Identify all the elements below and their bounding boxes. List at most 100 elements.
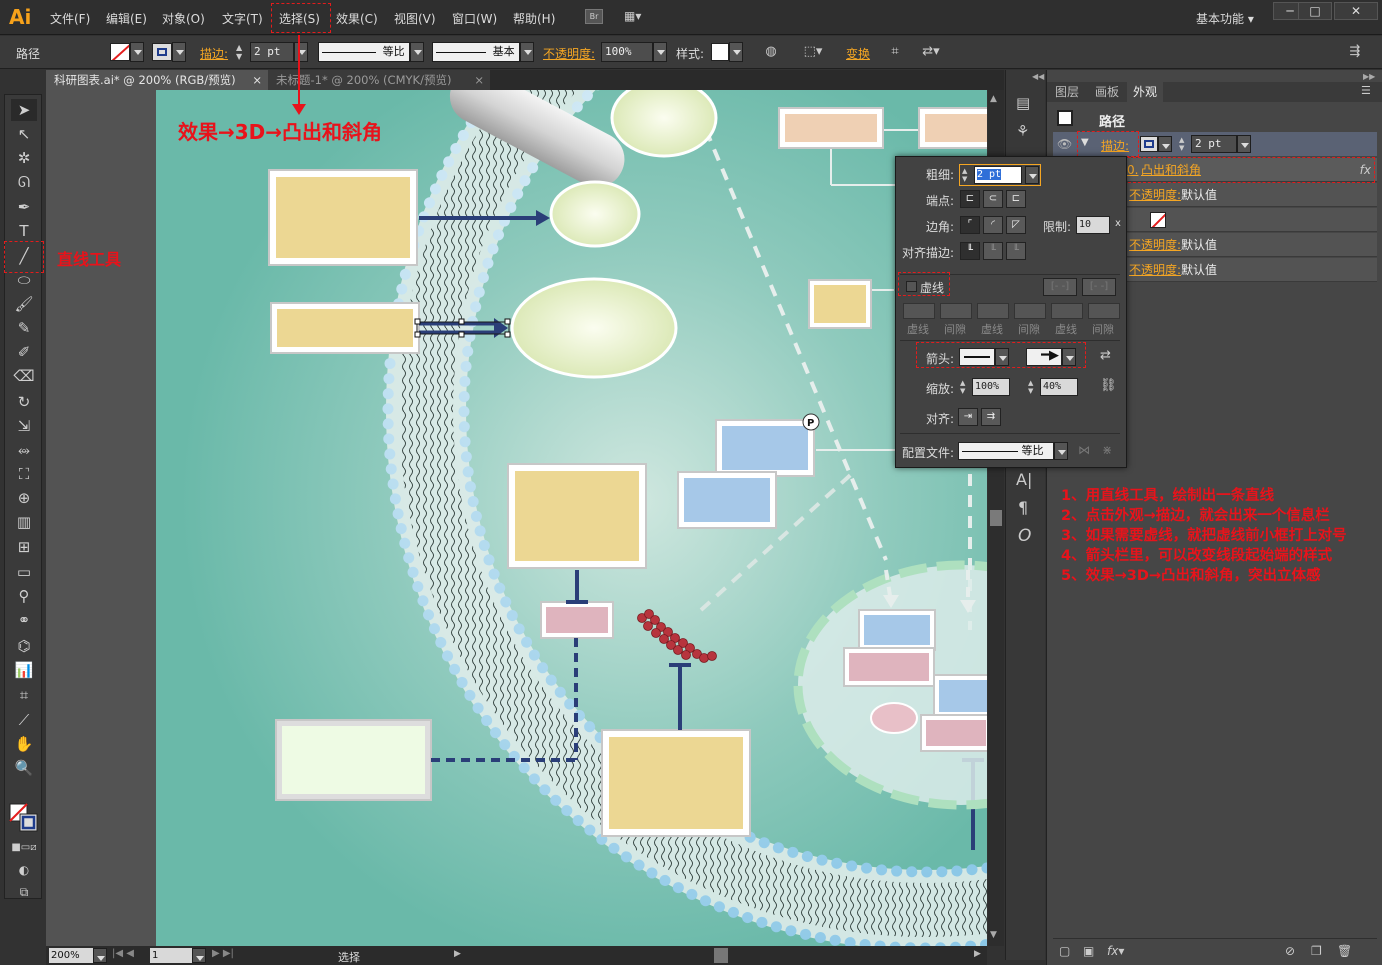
- gradient-tool-icon[interactable]: ▭: [11, 561, 37, 583]
- workspace-switcher[interactable]: 基本功能 ▾: [1196, 10, 1254, 27]
- character-panel-icon[interactable]: A|: [1016, 470, 1032, 489]
- brush-dropdown[interactable]: [520, 42, 534, 62]
- gap-field-2[interactable]: [1014, 303, 1046, 319]
- tab-layers[interactable]: 图层: [1049, 82, 1085, 102]
- align-outside-button[interactable]: ╙: [1006, 242, 1026, 260]
- stroke-weight-dropdown[interactable]: [294, 42, 308, 62]
- opacity-link[interactable]: 不透明度:: [1129, 233, 1181, 257]
- type-tool-icon[interactable]: T: [11, 220, 37, 242]
- stroke-weight-field[interactable]: 2 pt: [250, 42, 294, 62]
- tab-artboards[interactable]: 画板: [1089, 82, 1125, 102]
- flip-vertical-icon[interactable]: ⋇: [1102, 443, 1112, 457]
- appearance-stroke-dropdown[interactable]: [1158, 136, 1172, 152]
- paintbrush-icon[interactable]: 🖌: [11, 293, 37, 315]
- arrange-documents-icon[interactable]: ▦▾: [624, 9, 650, 24]
- start-arrowhead-dropdown[interactable]: [995, 348, 1009, 366]
- dash-preserve-button[interactable]: [‐ ‐]: [1043, 278, 1077, 296]
- stroke-weight-stepper[interactable]: ▲ ▼: [236, 43, 248, 61]
- hand-tool-icon[interactable]: ✋: [11, 733, 37, 755]
- round-join-button[interactable]: ◜: [983, 216, 1003, 234]
- scroll-thumb[interactable]: [990, 510, 1002, 526]
- fill-dropdown[interactable]: [130, 42, 144, 62]
- graphic-styles-icon[interactable]: ⚘: [1016, 122, 1029, 140]
- start-arrowhead-select[interactable]: [959, 348, 995, 366]
- transform-link[interactable]: 变换: [846, 45, 870, 62]
- tab-second-document[interactable]: 未标题-1* @ 200% (CMYK/预览) ×: [268, 70, 490, 90]
- menu-edit[interactable]: 编辑(E): [106, 10, 147, 27]
- arrow-place-button[interactable]: ⇉: [981, 408, 1001, 426]
- bevel-join-button[interactable]: ◸: [1006, 216, 1026, 234]
- free-transform-icon[interactable]: ⛶: [11, 463, 37, 485]
- align-center-button[interactable]: ╙: [960, 242, 980, 260]
- direct-selection-tool-icon[interactable]: ↖: [11, 123, 37, 145]
- screen-mode-icon[interactable]: ⧉: [11, 881, 37, 903]
- fill-none-swatch[interactable]: [1150, 212, 1166, 228]
- opacity-link[interactable]: 不透明度:: [1129, 258, 1181, 282]
- rotate-tool-icon[interactable]: ↻: [11, 391, 37, 413]
- artboard-nav-next-icon[interactable]: ▶ ▶|: [212, 948, 234, 959]
- blob-brush-icon[interactable]: ✐: [11, 341, 37, 363]
- weight-stepper[interactable]: ▲ ▼: [962, 167, 967, 183]
- weight-field[interactable]: 2 pt: [974, 166, 1022, 184]
- artboard-dropdown[interactable]: [192, 948, 206, 963]
- expand-dock-icon[interactable]: ▶▶: [1363, 72, 1375, 81]
- end-arrowhead-select[interactable]: ━▶: [1026, 348, 1062, 366]
- opentype-panel-icon[interactable]: O: [1018, 526, 1031, 546]
- menu-file[interactable]: 文件(F): [50, 10, 90, 27]
- link-scale-icon[interactable]: ⛓: [1100, 378, 1117, 393]
- dash-align-corners-button[interactable]: [‐ ‐]: [1082, 278, 1116, 296]
- blend-tool-icon[interactable]: ⚭: [11, 609, 37, 631]
- opacity-field[interactable]: 100%: [601, 42, 653, 62]
- color-mode-icon[interactable]: ■▭⧄: [11, 837, 37, 859]
- zoom-tool-icon[interactable]: 🔍: [11, 757, 37, 779]
- visibility-eye-icon[interactable]: 👁: [1057, 137, 1072, 151]
- miter-join-button[interactable]: ⌜: [960, 216, 980, 234]
- dash-field-2[interactable]: [977, 303, 1009, 319]
- menu-effect[interactable]: 效果(C): [336, 10, 378, 27]
- weight-dropdown[interactable]: [1025, 166, 1039, 184]
- collapse-dock-icon[interactable]: ◀◀: [1032, 72, 1044, 81]
- delete-item-icon[interactable]: 🗑: [1337, 944, 1352, 958]
- pencil-icon[interactable]: ✎: [11, 317, 37, 339]
- envelope-icon[interactable]: ⇄▾: [916, 44, 946, 60]
- limit-field[interactable]: 10: [1076, 216, 1110, 234]
- stroke-swatch[interactable]: [152, 43, 172, 61]
- graphic-style-swatch[interactable]: [711, 43, 729, 61]
- brush-definition[interactable]: 基本: [432, 42, 520, 62]
- artboards-panel-icon[interactable]: ▤: [1016, 94, 1030, 112]
- opacity-link[interactable]: 不透明度:: [1129, 183, 1181, 207]
- scroll-up-icon[interactable]: ▲: [990, 94, 997, 104]
- panel-options-icon[interactable]: ☰: [1361, 84, 1371, 97]
- gap-field-3[interactable]: [1088, 303, 1120, 319]
- tab-appearance[interactable]: 外观: [1127, 82, 1164, 102]
- eraser-icon[interactable]: ⌫: [11, 365, 37, 387]
- flip-horizontal-icon[interactable]: ⋈: [1078, 443, 1090, 457]
- selection-tool-icon[interactable]: ➤: [11, 99, 37, 121]
- clear-appearance-icon[interactable]: ⊘: [1285, 944, 1295, 958]
- artboard[interactable]: P: [156, 90, 987, 946]
- graph-tool-icon[interactable]: ▥: [11, 511, 37, 533]
- isolate-icon[interactable]: ⌗: [886, 44, 904, 60]
- add-fill-icon[interactable]: ▣: [1083, 944, 1094, 958]
- magic-wand-icon[interactable]: ✲: [11, 147, 37, 169]
- add-stroke-icon[interactable]: ▢: [1059, 944, 1070, 958]
- fill-stroke-swatches[interactable]: [9, 803, 39, 833]
- align-options-icon[interactable]: ⬚▾: [800, 44, 826, 60]
- appearance-stroke-swatch[interactable]: [1140, 136, 1158, 152]
- butt-cap-button[interactable]: ⊏: [960, 190, 980, 208]
- appearance-weight-dropdown[interactable]: [1237, 135, 1251, 153]
- arrow-extend-button[interactable]: ⇥: [958, 408, 978, 426]
- recolor-icon[interactable]: ◍: [762, 44, 780, 60]
- profile-dropdown[interactable]: [410, 42, 424, 62]
- add-effect-icon[interactable]: fx▾: [1107, 944, 1124, 958]
- artboard-number-field[interactable]: 1: [150, 948, 192, 963]
- tab-close-icon[interactable]: ×: [474, 70, 484, 90]
- scroll-down-icon[interactable]: ▼: [990, 930, 997, 940]
- style-dropdown[interactable]: [729, 42, 743, 62]
- end-scale-field[interactable]: 40%: [1040, 378, 1078, 396]
- symbol-sprayer-icon[interactable]: ⌬: [11, 635, 37, 657]
- dash-field-3[interactable]: [1051, 303, 1083, 319]
- align-inside-button[interactable]: ╙: [983, 242, 1003, 260]
- zoom-field[interactable]: 200%: [49, 948, 95, 963]
- menu-object[interactable]: 对象(O): [162, 10, 205, 27]
